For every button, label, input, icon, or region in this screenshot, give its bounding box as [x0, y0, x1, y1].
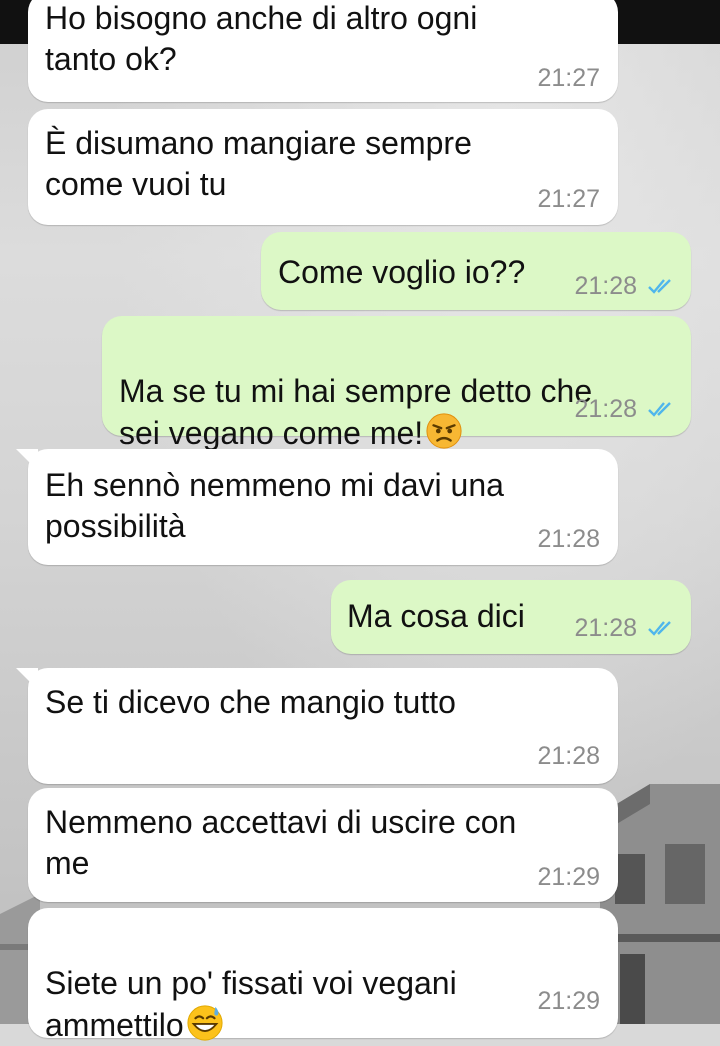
message-text: È disumano mangiare sempre come vuoi tu: [45, 125, 472, 202]
message-text: Ho bisogno anche di altro ogni tanto ok?: [45, 0, 478, 77]
grinning-sweat-face-icon: [187, 1005, 223, 1041]
read-receipt-icon: [648, 402, 671, 417]
message-bubble[interactable]: Ho bisogno anche di altro ogni tanto ok?…: [28, 0, 618, 102]
message-time: 21:28: [574, 395, 637, 423]
message-time: 21:28: [574, 272, 637, 300]
message-bubble[interactable]: Eh sennò nemmeno mi davi una possibilità…: [16, 449, 618, 565]
message-bubble[interactable]: Come voglio io?? 21:28: [261, 232, 691, 310]
bubble-tail: [16, 668, 38, 690]
angry-face-icon: [426, 413, 462, 449]
message-text-content: Ma se tu mi hai sempre detto che sei veg…: [119, 373, 593, 451]
message-text: Ma se tu mi hai sempre detto che sei veg…: [119, 330, 592, 454]
message-text-content: Siete un po' fissati voi vegani ammettil…: [45, 965, 457, 1043]
message-time: 21:28: [537, 742, 600, 770]
message-text: Come voglio io??: [278, 254, 526, 290]
message-time: 21:29: [537, 987, 600, 1015]
message-text: Se ti dicevo che mangio tutto: [45, 684, 456, 720]
message-bubble[interactable]: Ma se tu mi hai sempre detto che sei veg…: [102, 316, 691, 451]
message-text: Siete un po' fissati voi vegani ammettil…: [45, 922, 457, 1046]
message-bubble[interactable]: Se ti dicevo che mangio tutto 21:28: [16, 668, 618, 784]
read-receipt-icon: [648, 621, 671, 636]
message-time: 21:29: [537, 863, 600, 891]
message-time: 21:28: [537, 525, 600, 553]
message-text: Ma cosa dici: [347, 598, 525, 634]
message-time: 21:27: [537, 185, 600, 213]
message-time: 21:28: [574, 614, 637, 642]
message-text: Eh sennò nemmeno mi davi una possibilità: [45, 467, 504, 544]
message-time: 21:27: [537, 64, 600, 92]
bubble-tail: [16, 449, 38, 471]
message-bubble[interactable]: Ma cosa dici 21:28: [331, 580, 691, 654]
read-receipt-icon: [648, 279, 671, 294]
message-bubble[interactable]: Nemmeno accettavi di uscire con me 21:29: [28, 788, 618, 902]
message-bubble[interactable]: È disumano mangiare sempre come vuoi tu …: [28, 109, 618, 225]
message-text: Nemmeno accettavi di uscire con me: [45, 804, 517, 881]
message-bubble[interactable]: Siete un po' fissati voi vegani ammettil…: [28, 908, 618, 1043]
